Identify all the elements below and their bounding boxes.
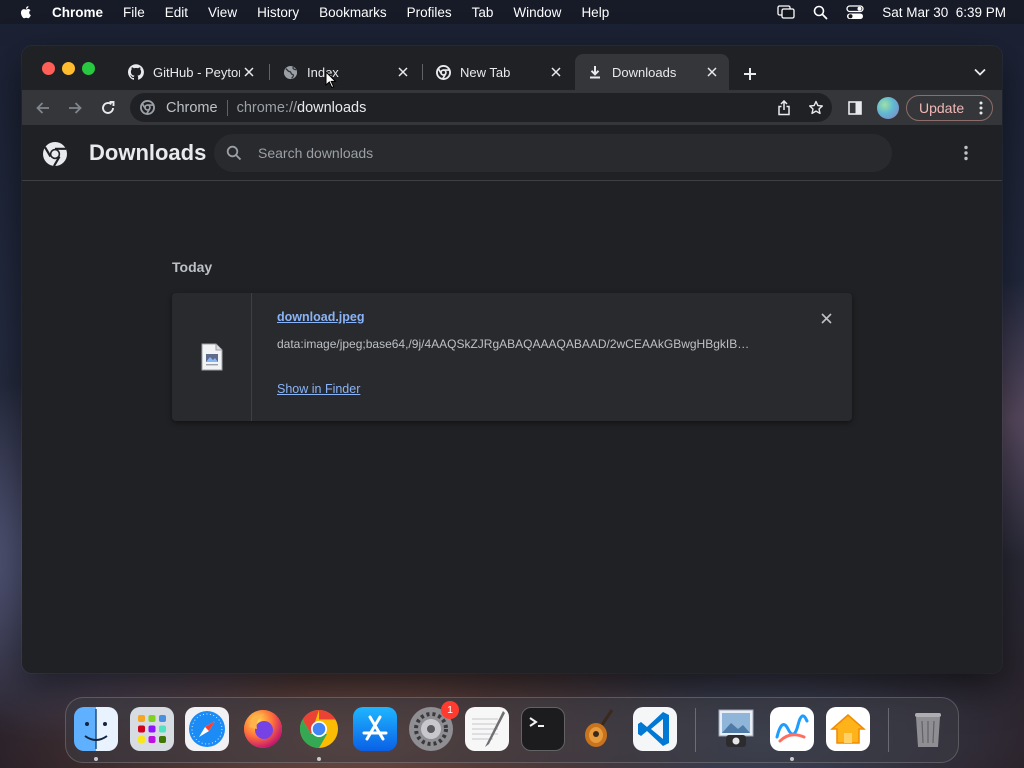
download-source-url: data:image/jpeg;base64,/9j/4AAQSkZJRgABA…	[277, 337, 750, 351]
remove-download-close-icon[interactable]	[818, 310, 834, 326]
window-close-button[interactable]	[42, 62, 55, 75]
tab-title: New Tab	[460, 64, 511, 80]
menu-bar: Chrome File Edit View History Bookmarks …	[0, 0, 1024, 24]
menu-view[interactable]: View	[208, 5, 237, 20]
menu-app-name[interactable]: Chrome	[52, 5, 103, 20]
dock-separator	[888, 708, 889, 752]
menu-edit[interactable]: Edit	[165, 5, 188, 20]
dock-trash-icon[interactable]	[906, 707, 950, 751]
chrome-logo-icon	[43, 142, 67, 167]
omnibox[interactable]: Chrome chrome://downloads	[130, 93, 832, 122]
apple-logo-icon[interactable]	[18, 4, 34, 20]
date-group-label: Today	[172, 259, 213, 275]
tab-close-icon[interactable]	[703, 63, 721, 81]
window-zoom-button[interactable]	[82, 62, 95, 75]
dock-firefox-icon[interactable]	[241, 707, 285, 751]
tab-title: Downloads	[612, 64, 677, 80]
dock-terminal-icon[interactable]	[521, 707, 565, 751]
downloads-more-menu-icon[interactable]	[956, 143, 976, 163]
tab-title: GitHub - Peyton	[153, 64, 240, 80]
chrome-icon	[140, 100, 156, 116]
forward-button[interactable]	[62, 95, 88, 121]
screen-mirroring-icon[interactable]	[777, 5, 795, 19]
spotlight-search-icon[interactable]	[813, 5, 828, 20]
omnibox-divider	[226, 99, 228, 116]
page-title: Downloads	[89, 140, 207, 165]
side-panel-icon[interactable]	[842, 95, 868, 121]
tab-close-icon[interactable]	[240, 63, 258, 81]
profile-avatar[interactable]	[877, 97, 899, 119]
tab-github[interactable]: GitHub - Peyton	[116, 54, 266, 90]
download-file-name-link[interactable]: download.jpeg	[277, 310, 365, 324]
tab-close-icon[interactable]	[394, 63, 412, 81]
tab-title: Index	[307, 64, 339, 80]
dock-safari-icon[interactable]	[185, 707, 229, 751]
menu-history[interactable]: History	[257, 5, 299, 20]
browser-window: GitHub - Peyton Index New Tab Downloads …	[22, 46, 1002, 673]
dock-app-store-icon[interactable]	[353, 707, 397, 751]
menu-window[interactable]: Window	[513, 5, 561, 20]
dock-running-indicator	[94, 757, 98, 761]
share-icon[interactable]	[774, 98, 794, 118]
downloads-search[interactable]	[214, 134, 892, 172]
dock-system-settings-icon[interactable]: 1	[409, 701, 459, 751]
chrome-icon	[435, 64, 451, 80]
browser-toolbar: Chrome chrome://downloads Update	[22, 90, 1002, 125]
update-button-label: Update	[919, 100, 965, 116]
downloads-header: Downloads	[22, 125, 1002, 181]
dock: 1	[65, 697, 959, 763]
window-minimize-button[interactable]	[62, 62, 75, 75]
tab-new-tab[interactable]: New Tab	[423, 54, 573, 90]
dock-finder-icon[interactable]	[74, 707, 118, 751]
github-icon	[128, 64, 144, 80]
downloads-page: Downloads Today	[22, 125, 1002, 673]
back-button[interactable]	[30, 95, 56, 121]
tab-strip: GitHub - Peyton Index New Tab Downloads	[22, 46, 1002, 90]
dock-freeform-icon[interactable]	[770, 707, 814, 751]
download-item: download.jpeg data:image/jpeg;base64,/9j…	[172, 293, 852, 421]
menu-file[interactable]: File	[123, 5, 145, 20]
dock-preview-icon[interactable]	[714, 707, 758, 751]
tab-downloads[interactable]: Downloads	[575, 54, 729, 90]
chrome-menu-icon[interactable]	[979, 101, 983, 118]
dock-running-indicator	[317, 757, 321, 761]
omnibox-chip-label: Chrome	[166, 99, 218, 116]
control-center-icon[interactable]	[846, 4, 864, 20]
menu-bookmarks[interactable]: Bookmarks	[319, 5, 387, 20]
update-button[interactable]: Update	[906, 95, 993, 121]
download-icon	[587, 64, 603, 80]
dock-running-indicator	[790, 757, 794, 761]
search-icon	[226, 144, 244, 162]
dock-vscode-icon[interactable]	[633, 707, 677, 751]
dock-launchpad-icon[interactable]	[130, 707, 174, 751]
menu-help[interactable]: Help	[581, 5, 609, 20]
image-file-icon	[201, 343, 222, 371]
tab-search-chevron-icon[interactable]	[970, 62, 990, 82]
dock-textedit-icon[interactable]	[465, 707, 509, 751]
search-input[interactable]	[258, 145, 858, 161]
mouse-cursor-icon	[325, 71, 337, 89]
menubar-clock[interactable]: Sat Mar 30 6:39 PM	[882, 5, 1006, 20]
dock-garageband-icon[interactable]	[577, 707, 621, 751]
menu-profiles[interactable]: Profiles	[407, 5, 452, 20]
dock-chrome-icon[interactable]	[297, 707, 341, 751]
bookmark-star-icon[interactable]	[806, 98, 826, 118]
reload-button[interactable]	[95, 95, 121, 121]
globe-icon	[282, 64, 298, 80]
menu-tab[interactable]: Tab	[472, 5, 494, 20]
show-in-finder-link[interactable]: Show in Finder	[277, 382, 360, 396]
notification-badge: 1	[441, 701, 459, 719]
url-host: downloads	[297, 99, 367, 116]
new-tab-button[interactable]	[738, 62, 762, 86]
dock-separator	[695, 708, 696, 752]
url-scheme: chrome://	[236, 99, 298, 116]
dock-home-icon[interactable]	[826, 707, 870, 751]
download-file-icon-column	[172, 293, 252, 421]
tab-close-icon[interactable]	[547, 63, 565, 81]
menubar-status-area: Sat Mar 30 6:39 PM	[777, 0, 1006, 24]
tab-index[interactable]: Index	[270, 54, 420, 90]
